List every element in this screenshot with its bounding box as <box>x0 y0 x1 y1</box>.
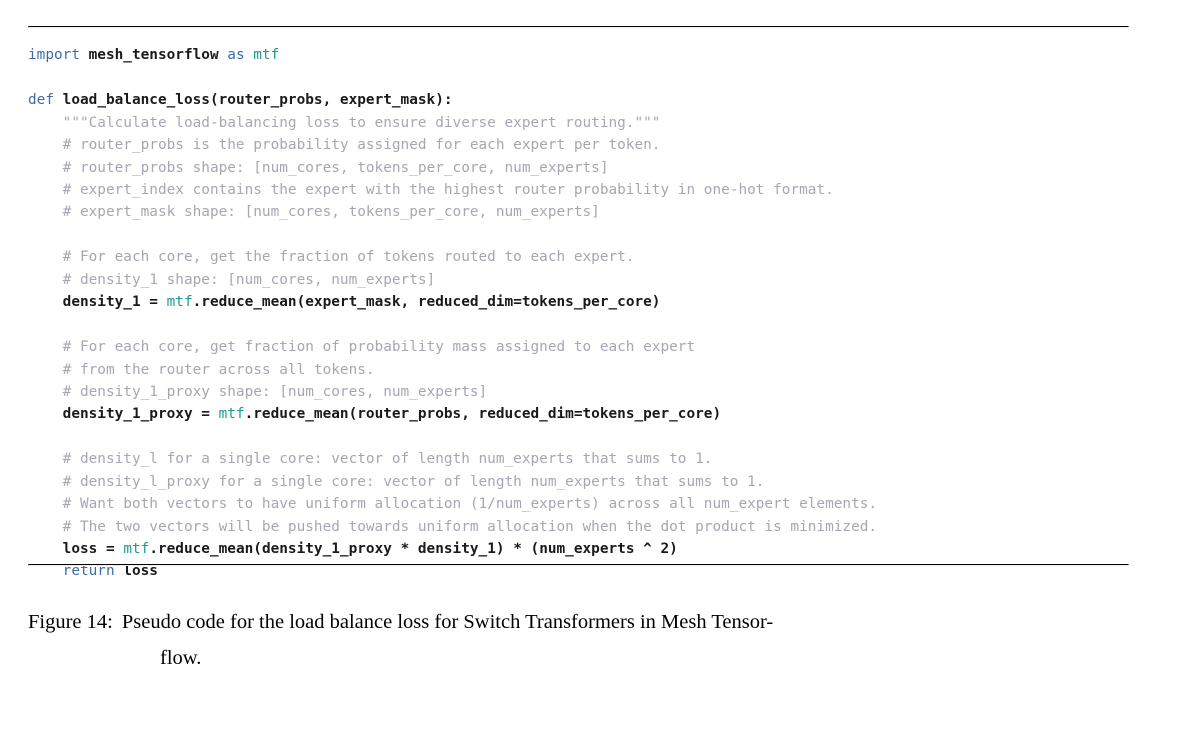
code-line: # density_1 shape: [num_cores, num_exper… <box>28 269 1138 291</box>
code-token-cm: # The two vectors will be pushed towards… <box>62 518 878 535</box>
code-token-pl: mesh_tensorflow <box>79 47 228 64</box>
code-token-pl: loss = <box>62 541 124 558</box>
code-token-pl: .reduce_mean(expert_mask, reduced_dim=to… <box>192 294 661 311</box>
code-line: # The two vectors will be pushed towards… <box>28 516 1138 538</box>
code-block-top-rule <box>28 26 1129 28</box>
code-token-cm: # density_1 shape: [num_cores, num_exper… <box>62 271 436 288</box>
code-token-cm: # density_1_proxy shape: [num_cores, num… <box>62 383 488 400</box>
figure-label: Figure 14: <box>28 611 113 633</box>
code-token-mod: mtf <box>253 47 280 64</box>
code-line: # Want both vectors to have uniform allo… <box>28 493 1138 515</box>
code-token-cm: # For each core, get the fraction of tok… <box>62 249 635 266</box>
code-line: density_1_proxy = mtf.reduce_mean(router… <box>28 403 1138 425</box>
code-token-mod: mtf <box>123 541 150 558</box>
code-line: loss = mtf.reduce_mean(density_1_proxy *… <box>28 538 1138 560</box>
code-token-kw: def <box>28 92 54 109</box>
code-token-kw: import <box>28 47 80 64</box>
code-token-cm: # For each core, get fraction of probabi… <box>62 339 696 356</box>
code-token-cm: # density_l for a single core: vector of… <box>62 451 713 468</box>
code-token-pl: density_1 = <box>62 294 167 311</box>
code-listing: import mesh_tensorflow as mtf def load_b… <box>28 44 1138 583</box>
code-line: # density_l_proxy for a single core: vec… <box>28 471 1138 493</box>
code-token-kw: as <box>227 47 245 64</box>
code-line: density_1 = mtf.reduce_mean(expert_mask,… <box>28 291 1138 313</box>
code-token-mod: mtf <box>166 294 193 311</box>
code-line: import mesh_tensorflow as mtf <box>28 44 1138 66</box>
code-token-cm: # density_l_proxy for a single core: vec… <box>62 473 765 490</box>
code-line: # router_probs is the probability assign… <box>28 134 1138 156</box>
code-line: # density_l for a single core: vector of… <box>28 448 1138 470</box>
code-token-cm: """Calculate load-balancing loss to ensu… <box>62 114 661 131</box>
figure-caption: Figure 14: Pseudo code for the load balan… <box>28 604 1128 676</box>
code-line: # density_1_proxy shape: [num_cores, num… <box>28 381 1138 403</box>
code-line: # For each core, get fraction of probabi… <box>28 336 1138 358</box>
code-line: # router_probs shape: [num_cores, tokens… <box>28 157 1138 179</box>
figure-caption-line-1: Figure 14: Pseudo code for the load balan… <box>28 604 1128 640</box>
code-token-pl: load_balance_loss(router_probs, expert_m… <box>54 92 453 109</box>
code-line: # expert_mask shape: [num_cores, tokens_… <box>28 201 1138 223</box>
code-line: # from the router across all tokens. <box>28 359 1138 381</box>
code-token-cm: # expert_mask shape: [num_cores, tokens_… <box>62 204 600 221</box>
code-token-cm: # from the router across all tokens. <box>62 361 375 378</box>
code-line: """Calculate load-balancing loss to ensu… <box>28 112 1138 134</box>
figure-page: import mesh_tensorflow as mtf def load_b… <box>0 0 1179 736</box>
figure-caption-text: Pseudo code for the load balance loss fo… <box>121 611 774 633</box>
code-line: # For each core, get the fraction of tok… <box>28 246 1138 268</box>
code-token-pl: .reduce_mean(router_probs, reduced_dim=t… <box>244 406 722 423</box>
code-token-mod: mtf <box>218 406 245 423</box>
code-token-cm: # Want both vectors to have uniform allo… <box>62 496 878 513</box>
code-block-bottom-rule <box>28 564 1129 566</box>
code-line: # expert_index contains the expert with … <box>28 179 1138 201</box>
code-token-cm: # expert_index contains the expert with … <box>62 182 834 199</box>
code-line: def load_balance_loss(router_probs, expe… <box>28 89 1138 111</box>
code-token-cm: # router_probs shape: [num_cores, tokens… <box>62 159 609 176</box>
figure-caption-line-2: flow. <box>160 647 202 669</box>
code-token-pl: .reduce_mean(density_1_proxy * density_1… <box>149 541 678 558</box>
code-token-cm: # router_probs is the probability assign… <box>62 137 661 154</box>
code-token-pl: density_1_proxy = <box>62 406 219 423</box>
